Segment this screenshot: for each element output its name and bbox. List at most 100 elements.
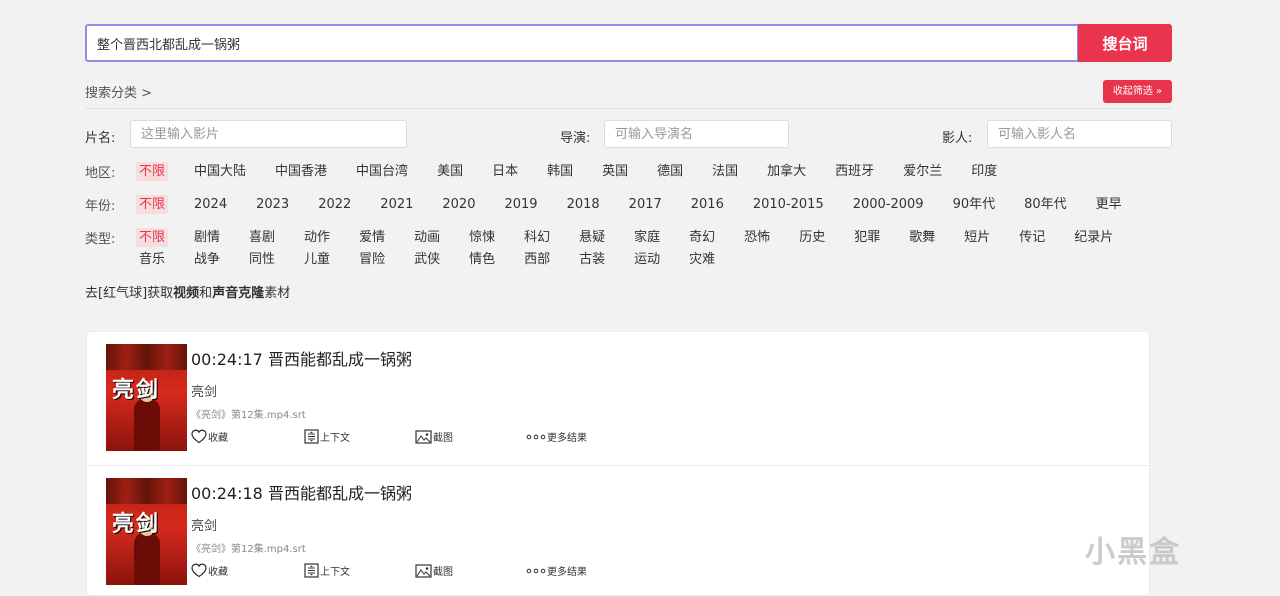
context-label: 上下文 bbox=[320, 567, 350, 578]
genre-option[interactable]: 古装 bbox=[576, 250, 608, 269]
genre-option[interactable]: 犯罪 bbox=[851, 228, 883, 247]
search-input[interactable] bbox=[85, 24, 1079, 62]
year-option[interactable]: 2020 bbox=[439, 195, 478, 214]
year-option[interactable]: 2022 bbox=[315, 195, 354, 214]
result-show[interactable]: 亮剑 bbox=[191, 515, 217, 534]
region-filter: 地区: 不限 中国大陆 中国香港 中国台湾 美国 日本 韩国 英国 德国 法国 加拿大 西班牙 爱尔兰 印… bbox=[85, 162, 1185, 182]
result-title[interactable]: 00:24:17 晋西能都乱成一锅粥 bbox=[191, 346, 412, 370]
genre-option[interactable]: 儿童 bbox=[301, 250, 333, 269]
actor-input[interactable] bbox=[987, 120, 1172, 148]
poster-thumbnail[interactable]: 亮剑 bbox=[106, 478, 187, 585]
context-button[interactable]: 上下文 bbox=[304, 563, 350, 578]
region-option[interactable]: 英国 bbox=[599, 162, 631, 181]
genre-option[interactable]: 西部 bbox=[521, 250, 553, 269]
region-option[interactable]: 德国 bbox=[654, 162, 686, 181]
result-line: 晋西能都乱成一锅粥 bbox=[267, 484, 412, 503]
search-category-toggle[interactable]: 搜索分类 > bbox=[85, 82, 152, 101]
title-input[interactable] bbox=[130, 120, 407, 148]
year-option[interactable]: 2023 bbox=[253, 195, 292, 214]
genre-option[interactable]: 灾难 bbox=[686, 250, 718, 269]
year-option[interactable]: 2000-2009 bbox=[850, 195, 927, 214]
more-results-button[interactable]: 更多结果 bbox=[526, 563, 587, 578]
genre-option[interactable]: 喜剧 bbox=[246, 228, 278, 247]
year-option[interactable]: 90年代 bbox=[950, 195, 999, 214]
genre-option[interactable]: 恐怖 bbox=[741, 228, 773, 247]
genre-option[interactable]: 短片 bbox=[961, 228, 993, 247]
genre-option[interactable]: 爱情 bbox=[356, 228, 388, 247]
genre-option[interactable]: 情色 bbox=[466, 250, 498, 269]
context-button[interactable]: 上下文 bbox=[304, 429, 350, 444]
genre-option[interactable]: 动作 bbox=[301, 228, 333, 247]
year-option[interactable]: 2017 bbox=[626, 195, 665, 214]
year-option[interactable]: 2019 bbox=[501, 195, 540, 214]
year-option[interactable]: 不限 bbox=[136, 195, 169, 214]
genre-option[interactable]: 科幻 bbox=[521, 228, 553, 247]
results-list: 亮剑 00:24:17 晋西能都乱成一锅粥 亮剑 《亮剑》第12集.mp4.srt 收藏… bbox=[86, 331, 1150, 596]
poster-thumbnail[interactable]: 亮剑 bbox=[106, 344, 187, 451]
genre-option[interactable]: 歌舞 bbox=[906, 228, 938, 247]
region-option[interactable]: 加拿大 bbox=[764, 162, 809, 181]
more-results-button[interactable]: 更多结果 bbox=[526, 429, 587, 444]
year-option[interactable]: 2016 bbox=[688, 195, 727, 214]
region-option[interactable]: 西班牙 bbox=[832, 162, 877, 181]
favorite-button[interactable]: 收藏 bbox=[191, 563, 228, 578]
region-option[interactable]: 不限 bbox=[136, 162, 169, 181]
region-option[interactable]: 美国 bbox=[434, 162, 466, 181]
year-filter: 年份: 不限 2024 2023 2022 2021 2020 2019 2018 2017 20… bbox=[85, 195, 1185, 215]
result-file: 《亮剑》第12集.mp4.srt bbox=[191, 410, 306, 421]
director-field-label: 导演: bbox=[560, 131, 591, 146]
genre-option[interactable]: 战争 bbox=[191, 250, 223, 269]
search-button[interactable]: 搜台词 bbox=[1078, 24, 1172, 62]
year-option[interactable]: 更早 bbox=[1093, 195, 1125, 214]
genre-option[interactable]: 悬疑 bbox=[576, 228, 608, 247]
genre-option[interactable]: 奇幻 bbox=[686, 228, 718, 247]
screenshot-button[interactable]: 截图 bbox=[415, 429, 453, 444]
genre-option[interactable]: 运动 bbox=[631, 250, 663, 269]
genre-option[interactable]: 音乐 bbox=[136, 250, 168, 269]
result-title[interactable]: 00:24:18 晋西能都乱成一锅粥 bbox=[191, 480, 412, 504]
genre-option[interactable]: 动画 bbox=[411, 228, 443, 247]
year-options: 不限 2024 2023 2022 2021 2020 2019 2018 2017 2016 20… bbox=[136, 195, 1176, 217]
genre-option[interactable]: 冒险 bbox=[356, 250, 388, 269]
collapse-filters-button[interactable]: 收起筛选 » bbox=[1103, 80, 1172, 103]
result-item: 亮剑 00:24:17 晋西能都乱成一锅粥 亮剑 《亮剑》第12集.mp4.srt 收藏… bbox=[87, 332, 1149, 466]
region-option[interactable]: 中国台湾 bbox=[353, 162, 411, 181]
genre-option[interactable]: 同性 bbox=[246, 250, 278, 269]
region-option[interactable]: 日本 bbox=[489, 162, 521, 181]
region-option[interactable]: 法国 bbox=[709, 162, 741, 181]
year-option[interactable]: 2024 bbox=[191, 195, 230, 214]
year-option[interactable]: 2021 bbox=[377, 195, 416, 214]
poster-soldiers bbox=[106, 478, 187, 504]
genre-option[interactable]: 纪录片 bbox=[1071, 228, 1116, 247]
genre-option[interactable]: 惊悚 bbox=[466, 228, 498, 247]
heart-icon bbox=[191, 429, 207, 444]
genre-option[interactable]: 武侠 bbox=[411, 250, 443, 269]
more-results-label: 更多结果 bbox=[547, 433, 587, 444]
result-show[interactable]: 亮剑 bbox=[191, 381, 217, 400]
region-option[interactable]: 印度 bbox=[968, 162, 1000, 181]
year-option[interactable]: 80年代 bbox=[1021, 195, 1070, 214]
genre-option[interactable]: 剧情 bbox=[191, 228, 223, 247]
genre-option[interactable]: 历史 bbox=[796, 228, 828, 247]
genre-option[interactable]: 传记 bbox=[1016, 228, 1048, 247]
promo-and: 和 bbox=[199, 286, 213, 301]
year-option[interactable]: 2010-2015 bbox=[750, 195, 827, 214]
favorite-label: 收藏 bbox=[208, 433, 228, 444]
promo-text[interactable]: 去[红气球]获取视频和声音克隆素材 bbox=[85, 282, 290, 301]
region-option[interactable]: 中国香港 bbox=[272, 162, 330, 181]
more-icon bbox=[526, 434, 546, 439]
year-option[interactable]: 2018 bbox=[564, 195, 603, 214]
poster-soldiers bbox=[106, 344, 187, 370]
region-option[interactable]: 韩国 bbox=[544, 162, 576, 181]
genre-filter-label: 类型: bbox=[85, 232, 116, 247]
region-option[interactable]: 中国大陆 bbox=[191, 162, 249, 181]
favorite-label: 收藏 bbox=[208, 567, 228, 578]
screenshot-button[interactable]: 截图 bbox=[415, 563, 453, 578]
favorite-button[interactable]: 收藏 bbox=[191, 429, 228, 444]
context-icon bbox=[304, 429, 319, 444]
director-input[interactable] bbox=[604, 120, 789, 148]
result-line: 晋西能都乱成一锅粥 bbox=[267, 350, 412, 369]
genre-option[interactable]: 家庭 bbox=[631, 228, 663, 247]
genre-option[interactable]: 不限 bbox=[136, 228, 169, 247]
region-option[interactable]: 爱尔兰 bbox=[900, 162, 945, 181]
